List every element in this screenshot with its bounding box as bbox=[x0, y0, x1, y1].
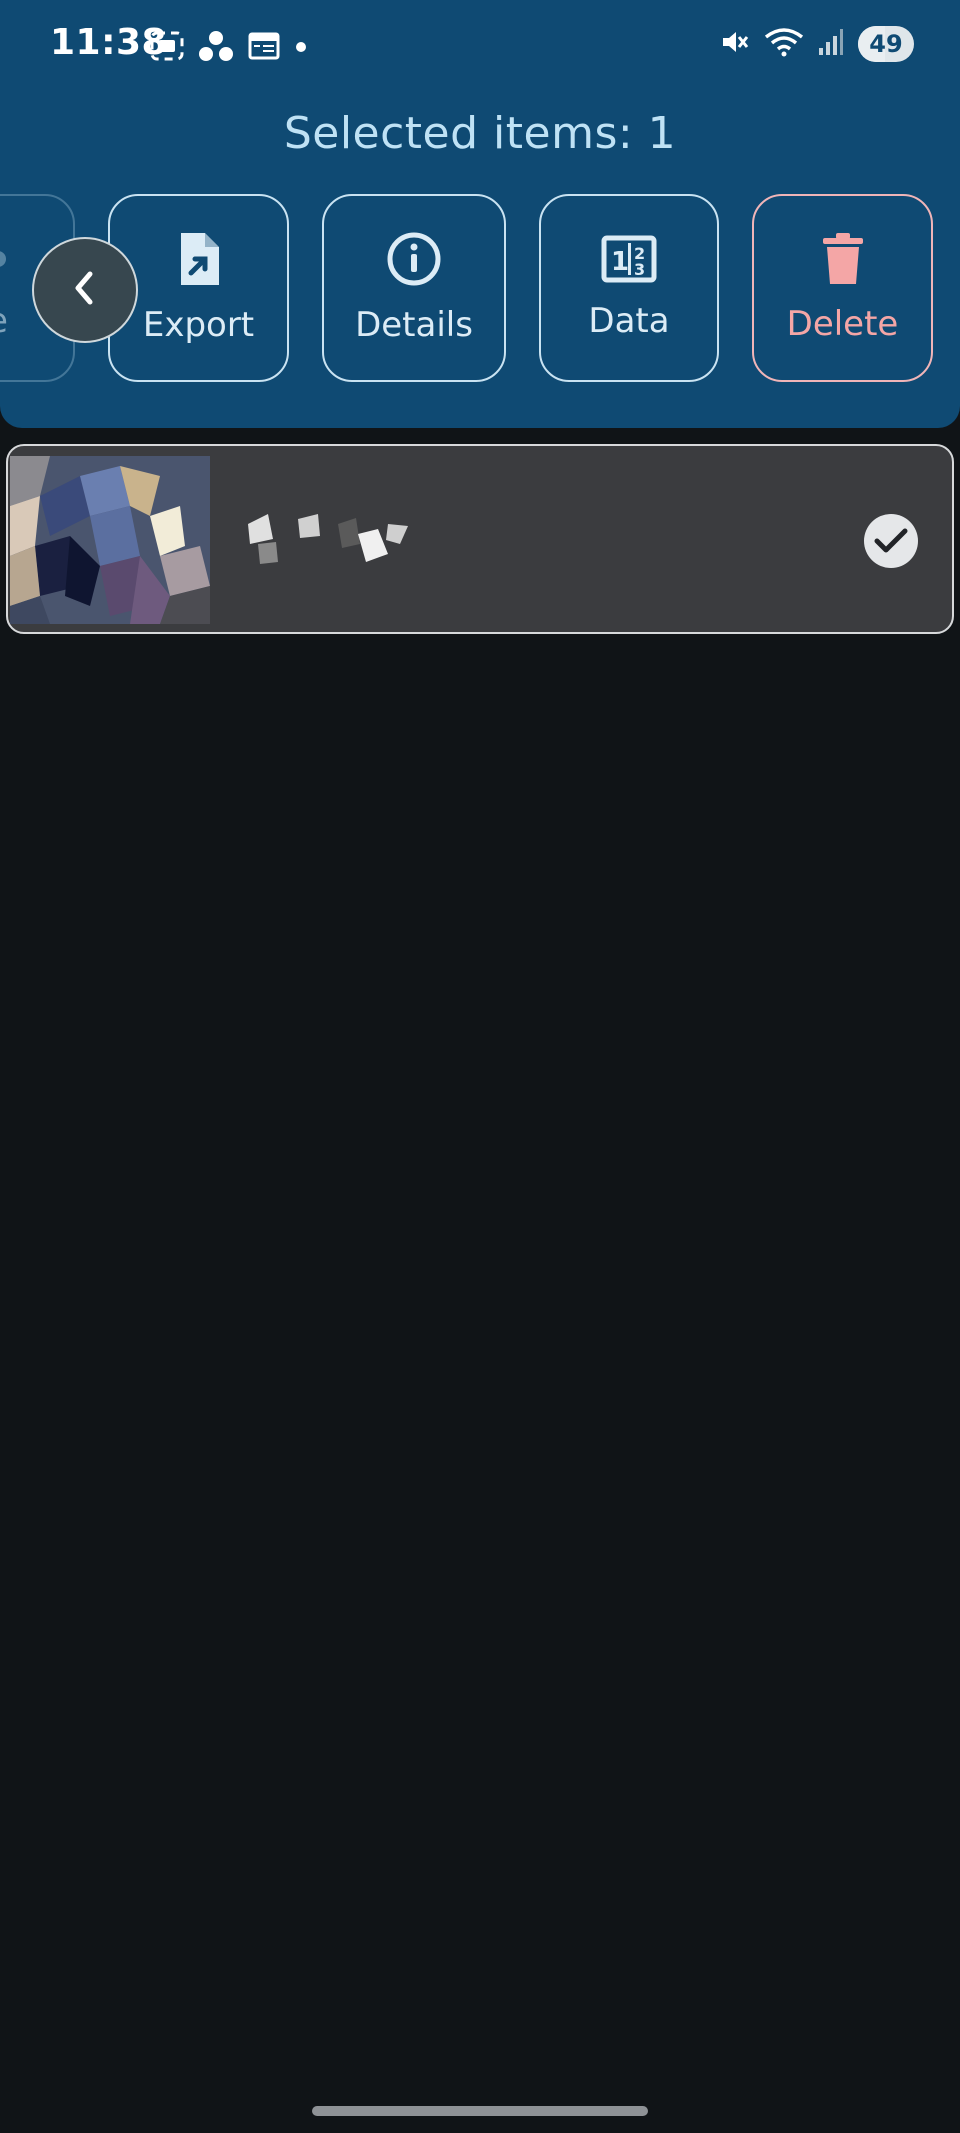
selection-toolbar: 11:38 49 Selected items: 1 Export Detail… bbox=[0, 0, 960, 428]
item-title-redacted bbox=[238, 504, 478, 574]
app-screen: 11:38 49 Selected items: 1 Export Detail… bbox=[0, 0, 960, 2133]
status-icons-right: 49 bbox=[720, 26, 914, 62]
page-title: Selected items: 1 bbox=[283, 108, 677, 159]
list-item[interactable] bbox=[6, 444, 954, 634]
details-button-label: Details bbox=[355, 305, 473, 345]
dot-icon bbox=[294, 39, 308, 58]
data-button[interactable]: 1 2 3 Data bbox=[539, 194, 719, 382]
export-button-label: Export bbox=[142, 305, 255, 345]
status-bar: 11:38 49 bbox=[0, 0, 960, 90]
delete-button-label: Delete bbox=[786, 304, 899, 344]
delete-button[interactable]: Delete bbox=[752, 194, 933, 382]
details-button[interactable]: Details bbox=[322, 194, 506, 382]
item-thumbnail bbox=[10, 456, 210, 624]
screenshot-icon bbox=[150, 31, 184, 65]
signal-icon bbox=[818, 28, 844, 60]
wifi-icon bbox=[764, 27, 804, 61]
people-icon bbox=[198, 30, 234, 66]
mute-icon bbox=[720, 27, 750, 61]
chevron-left-icon bbox=[70, 268, 100, 312]
selected-check-icon[interactable] bbox=[864, 514, 918, 568]
numbers-icon: 1 2 3 bbox=[601, 235, 657, 287]
battery-percentage: 49 bbox=[869, 30, 903, 58]
scroll-back-button[interactable] bbox=[32, 237, 138, 343]
file-export-icon bbox=[175, 231, 223, 291]
svg-text:1: 1 bbox=[611, 247, 629, 277]
share-button-label: e bbox=[0, 301, 8, 341]
battery-icon: 49 bbox=[858, 26, 914, 62]
calendar-icon bbox=[248, 31, 280, 65]
share-icon bbox=[0, 235, 22, 287]
home-indicator[interactable] bbox=[312, 2106, 648, 2116]
trash-icon bbox=[821, 232, 865, 290]
data-button-label: Data bbox=[588, 301, 670, 341]
info-icon bbox=[386, 231, 442, 291]
action-row[interactable]: e Export bbox=[0, 194, 960, 386]
status-icons-left bbox=[150, 30, 308, 66]
svg-text:3: 3 bbox=[634, 260, 645, 279]
